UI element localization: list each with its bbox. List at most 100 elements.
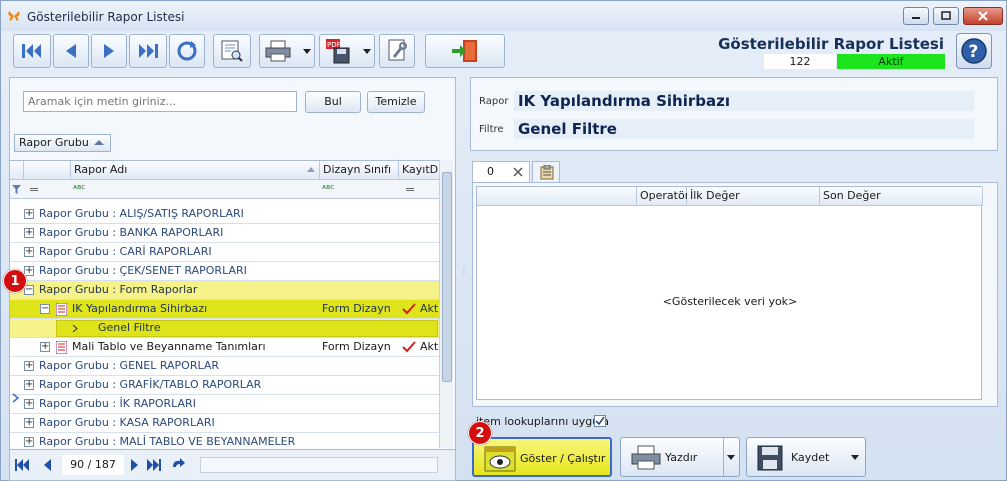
column-header-last-value[interactable]: Son Değer	[820, 187, 983, 206]
report-icon	[56, 303, 67, 316]
annotation-badge-2: 2	[468, 421, 492, 445]
pdf-dropdown-arrow[interactable]	[363, 49, 371, 54]
minimize-icon	[912, 17, 920, 19]
chevron-right-icon	[72, 324, 78, 333]
group-row[interactable]: + Rapor Grubu : CARİ RAPORLARI	[10, 243, 440, 262]
next-icon[interactable]	[126, 457, 142, 473]
add-tab-button[interactable]	[532, 161, 560, 183]
group-row[interactable]: + Rapor Grubu : ÇEK/SENET RAPORLARI	[10, 262, 440, 281]
prev-icon[interactable]	[40, 457, 56, 473]
print-icon	[631, 445, 661, 470]
print-button[interactable]	[259, 34, 315, 68]
clear-button[interactable]: Temizle	[367, 91, 425, 113]
find-button[interactable]: Bul	[305, 91, 361, 113]
record-count: 122	[764, 54, 836, 69]
selected-report-row[interactable]: − IK Yapılandırma Sihirbazı Form Dizayn …	[10, 300, 440, 319]
text-filter-icon-design[interactable]: ᴀʙᴄ	[322, 183, 334, 191]
lookup-label: item lookuplarını uygula	[476, 415, 609, 428]
refresh-button[interactable]	[169, 34, 205, 68]
exit-icon	[452, 40, 477, 62]
expand-icon[interactable]: +	[24, 209, 34, 219]
group-by-panel[interactable]: Rapor Grubu	[14, 134, 111, 152]
lookup-checkbox[interactable]	[594, 415, 606, 427]
group-row[interactable]: + Rapor Grubu : KASA RAPORLARI	[10, 414, 440, 433]
tab-0[interactable]: 0	[472, 161, 530, 183]
print-dropdown-arrow[interactable]	[303, 49, 311, 54]
group-row[interactable]: + Rapor Grubu : GENEL RAPORLAR	[10, 357, 440, 376]
group-row[interactable]: + Rapor Grubu : İK RAPORLARI	[10, 395, 440, 414]
splitter-handle[interactable]: ⋮	[460, 266, 468, 276]
exit-button[interactable]	[425, 34, 505, 68]
print-button-bottom[interactable]: Yazdır	[620, 437, 740, 477]
refresh-icon	[177, 41, 197, 61]
close-button[interactable]	[963, 7, 1003, 25]
last-icon	[139, 44, 158, 58]
show-run-button[interactable]: Göster / Çalıştır	[472, 437, 612, 477]
last-record-button[interactable]	[129, 34, 167, 68]
report-grid: Rapor Adı Dizayn Sınıfı KayıtDı ᴀʙᴄ ᴀʙᴄ …	[10, 160, 440, 448]
minimize-button[interactable]	[903, 7, 929, 25]
report-row[interactable]: + Mali Tablo ve Beyanname Tanımları Form…	[10, 338, 440, 357]
column-header-operator[interactable]: Operatör	[637, 187, 689, 206]
grid-indicator-header	[10, 161, 24, 180]
report-label: Rapor	[479, 96, 509, 107]
group-row[interactable]: + Rapor Grubu : BANKA RAPORLARI	[10, 224, 440, 243]
close-tab-icon[interactable]	[513, 167, 523, 177]
design-class: Form Dizayn	[322, 340, 391, 353]
empty-message: <Gösterilecek veri yok>	[662, 295, 798, 308]
refresh-icon[interactable]	[170, 457, 186, 473]
vertical-scrollbar[interactable]	[439, 160, 453, 448]
maximize-button[interactable]	[933, 7, 959, 25]
column-header-kayit[interactable]: KayıtDı	[399, 161, 440, 180]
pdf-save-button[interactable]: PDF	[319, 34, 375, 68]
check-icon	[402, 303, 416, 315]
expand-icon[interactable]: +	[24, 247, 34, 257]
save-button[interactable]: Kaydet	[746, 437, 866, 477]
equals-icon[interactable]	[30, 188, 38, 191]
first-record-button[interactable]	[13, 34, 51, 68]
scroll-thumb[interactable]	[442, 172, 452, 382]
expand-icon[interactable]: +	[24, 380, 34, 390]
print-dropdown-arrow[interactable]	[727, 455, 735, 460]
design-class: Form Dizayn	[322, 302, 391, 315]
sort-icon	[307, 167, 315, 172]
main-window: Gösterilebilir Rapor Listesi PDF Gösteri…	[0, 0, 1007, 481]
collapse-icon[interactable]: −	[40, 304, 50, 314]
group-row[interactable]: + Rapor Grubu : MALİ TABLO VE BEYANNAMEL…	[10, 433, 440, 448]
group-by-label: Rapor Grubu	[19, 136, 89, 149]
expand-icon[interactable]: +	[24, 418, 34, 428]
column-header-report-name[interactable]: Rapor Adı	[71, 161, 320, 180]
search-input[interactable]	[23, 91, 297, 112]
save-dropdown-arrow[interactable]	[851, 455, 859, 460]
filter-subrow[interactable]: Genel Filtre	[10, 319, 440, 338]
expand-icon[interactable]: +	[24, 228, 34, 238]
expand-icon[interactable]: +	[24, 437, 34, 447]
expand-icon[interactable]: +	[40, 342, 50, 352]
previous-record-button[interactable]	[53, 34, 89, 68]
title-bar: Gösterilebilir Rapor Listesi	[1, 1, 1006, 31]
parameter-grid: Operatör İlk Değer Son Değer <Gösterilec…	[476, 186, 983, 400]
first-icon[interactable]	[14, 457, 30, 473]
expand-icon[interactable]: +	[24, 399, 34, 409]
clipboard-icon	[540, 165, 554, 180]
butterfly-icon	[8, 11, 20, 21]
last-icon[interactable]	[146, 457, 162, 473]
group-row[interactable]: + Rapor Grubu : GRAFİK/TABLO RAPORLAR	[10, 376, 440, 395]
settings-button[interactable]	[379, 34, 415, 68]
group-row[interactable]: + Rapor Grubu : ALIŞ/SATIŞ RAPORLARI	[10, 205, 440, 224]
horizontal-scrollbar[interactable]	[200, 457, 438, 473]
equals-icon-kayit[interactable]	[406, 188, 414, 191]
column-header-first-value[interactable]: İlk Değer	[687, 187, 820, 206]
text-filter-icon[interactable]: ᴀʙᴄ	[73, 183, 85, 191]
column-header-design-class[interactable]: Dizayn Sınıfı	[320, 161, 399, 180]
help-button[interactable]: ?	[956, 33, 992, 69]
preview-button[interactable]	[213, 34, 251, 68]
group-row-expanded[interactable]: − Rapor Grubu : Form Raporlar	[10, 281, 440, 300]
record-position: 90 / 187	[62, 455, 124, 475]
record-navigator: 90 / 187	[10, 449, 455, 480]
next-record-button[interactable]	[91, 34, 127, 68]
expand-icon[interactable]: +	[24, 361, 34, 371]
report-list-panel: Bul Temizle Rapor Grubu Rapor Adı Dizayn…	[9, 77, 456, 481]
first-icon	[22, 44, 41, 58]
sort-asc-icon	[94, 140, 104, 145]
